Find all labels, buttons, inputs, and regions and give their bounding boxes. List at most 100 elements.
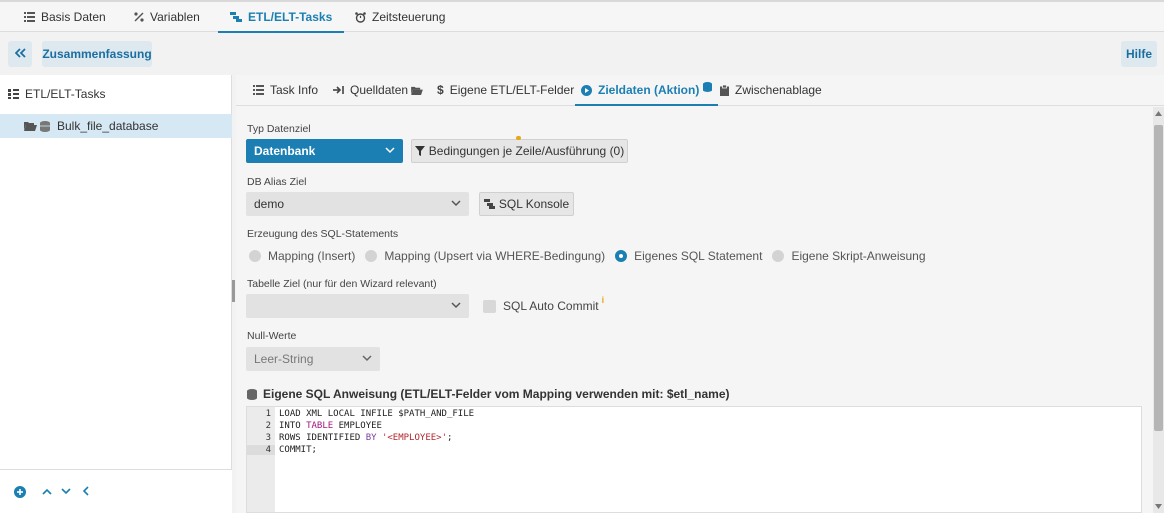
code-line: COMMIT; <box>279 445 317 455</box>
tab-label: Zwischenablage <box>735 83 822 97</box>
add-circle-icon[interactable] <box>14 486 26 498</box>
chevron-down-icon <box>451 299 461 313</box>
tab-label: Zeitsteuerung <box>372 10 446 24</box>
line-number-active: 4 <box>247 445 275 455</box>
tab-etl-elt-tasks[interactable]: ETL/ELT-Tasks <box>217 2 345 33</box>
tree-node-bulk-file-database[interactable]: Bulk_file_database <box>0 114 232 138</box>
chevron-up-icon[interactable] <box>42 488 52 495</box>
scrollbar-thumb[interactable] <box>1154 125 1163 431</box>
database-icon <box>247 388 257 400</box>
tree-toolbar <box>0 469 232 513</box>
target-data-panel: Task Info Quelldaten $ Eigene ETL/ELT-Fe… <box>236 75 1164 513</box>
clipboard-icon <box>720 84 729 96</box>
tab-zieldaten-aktion[interactable]: Zieldaten (Aktion) <box>574 75 719 106</box>
tab-label: Quelldaten <box>350 83 409 97</box>
tab-eigene-etl-elt-felder[interactable]: $ Eigene ETL/ELT-Felder <box>437 75 574 105</box>
double-chevron-left-icon <box>14 47 26 61</box>
radio-label: Mapping (Upsert via WHERE-Bedingung) <box>384 249 606 263</box>
database-icon <box>40 120 50 132</box>
warning-dot-icon <box>516 136 521 140</box>
tree-root[interactable]: ETL/ELT-Tasks <box>8 87 105 101</box>
chevron-left-icon[interactable] <box>82 486 89 496</box>
typ-datenziel-select[interactable]: Datenbank <box>246 139 403 163</box>
tab-label: Basis Daten <box>41 10 106 24</box>
select-value: Datenbank <box>254 144 316 158</box>
bedingungen-button[interactable]: Bedingungen je Zeile/Ausführung (0) <box>411 136 628 163</box>
null-werte-label: Null-Werte <box>247 330 297 342</box>
erzeugung-radio-group: Mapping (Insert) Mapping (Upsert via WHE… <box>249 249 936 263</box>
folder-open-icon <box>24 121 37 131</box>
sql-auto-commit[interactable]: SQL Auto Commit i <box>483 295 604 313</box>
button-label: Bedingungen je Zeile/Ausführung (0) <box>428 144 625 158</box>
help-button[interactable]: Hilfe <box>1121 41 1157 67</box>
arrow-in-icon <box>333 85 344 95</box>
tab-quelldaten[interactable]: Quelldaten <box>333 75 423 105</box>
panel-splitter[interactable] <box>232 280 235 302</box>
button-label: SQL Konsole <box>498 197 570 211</box>
list-icon <box>253 85 264 95</box>
sql-heading-text: Eigene SQL Anweisung (ETL/ELT-Felder vom… <box>263 387 730 401</box>
collapse-button[interactable] <box>8 41 32 67</box>
radio-eigene-skript-anweisung[interactable]: Eigene Skript-Anweisung <box>772 249 926 263</box>
line-number: 2 <box>265 421 271 431</box>
chevron-down-icon <box>451 197 461 211</box>
top-tab-bar: Basis Daten Variablen ETL/ELT-Tasks Zeit… <box>0 0 1164 33</box>
checkbox-label: SQL Auto Commit <box>503 299 599 313</box>
sub-tab-bar: Task Info Quelldaten $ Eigene ETL/ELT-Fe… <box>236 75 1164 106</box>
scroll-down-icon[interactable] <box>1155 504 1162 509</box>
console-icon <box>483 199 495 209</box>
vertical-scrollbar[interactable] <box>1153 107 1164 513</box>
sql-konsole-button[interactable]: SQL Konsole <box>479 192 574 216</box>
radio-label: Eigene Skript-Anweisung <box>791 249 926 263</box>
scroll-up-icon[interactable] <box>1155 111 1162 116</box>
chevron-down-icon[interactable] <box>61 488 71 495</box>
sql-auto-commit-checkbox[interactable] <box>483 299 496 313</box>
tree-root-label: ETL/ELT-Tasks <box>25 87 106 101</box>
play-circle-icon <box>581 84 592 96</box>
radio-mapping-upsert[interactable]: Mapping (Upsert via WHERE-Bedingung) <box>365 249 605 263</box>
tab-label: ETL/ELT-Tasks <box>248 10 333 24</box>
tabelle-ziel-label: Tabelle Ziel (nur für den Wizard relevan… <box>247 278 437 290</box>
chevron-down-icon <box>385 144 395 158</box>
sql-section-heading: Eigene SQL Anweisung (ETL/ELT-Felder vom… <box>247 387 730 401</box>
tab-zwischenablage[interactable]: Zwischenablage <box>720 75 822 105</box>
code-line: LOAD XML LOCAL INFILE $PATH_AND_FILE <box>279 409 475 419</box>
tab-label: Task Info <box>270 83 319 97</box>
list-icon <box>24 12 35 22</box>
code-line: INTO TABLE EMPLOYEE <box>279 421 382 431</box>
tree-icon <box>8 89 19 99</box>
tab-basis-daten[interactable]: Basis Daten <box>24 2 106 32</box>
line-number: 1 <box>265 409 271 419</box>
radio-label: Eigenes SQL Statement <box>634 249 763 263</box>
code-line: ROWS IDENTIFIED BY '<EMPLOYEE>'; <box>279 433 453 443</box>
editor-gutter: 1 2 3 4 <box>247 407 275 512</box>
database-icon <box>703 82 713 92</box>
filter-icon <box>414 146 425 156</box>
percent-icon <box>134 12 144 22</box>
tab-label: Eigene ETL/ELT-Felder <box>449 83 575 97</box>
radio-circle <box>249 250 261 262</box>
summary-button[interactable]: Zusammenfassung <box>42 41 152 67</box>
tabelle-ziel-select[interactable] <box>246 294 469 318</box>
radio-mapping-insert[interactable]: Mapping (Insert) <box>249 249 355 263</box>
info-icon: i <box>601 295 605 305</box>
select-value: Leer-String <box>254 352 314 366</box>
select-value: demo <box>254 197 285 211</box>
radio-circle-checked <box>615 250 628 262</box>
tab-zeitsteuerung[interactable]: Zeitsteuerung <box>355 2 445 32</box>
tab-variablen[interactable]: Variablen <box>134 2 200 32</box>
null-werte-select[interactable]: Leer-String <box>246 347 380 371</box>
task-tree-panel: ETL/ELT-Tasks Bulk_file_database <box>0 75 232 513</box>
tab-task-info[interactable]: Task Info <box>253 75 318 105</box>
db-alias-select[interactable]: demo <box>246 192 469 216</box>
chevron-down-icon <box>362 352 372 366</box>
tab-label: Zieldaten (Aktion) <box>598 83 700 97</box>
line-number: 3 <box>265 433 271 443</box>
erzeugung-label: Erzeugung des SQL-Statements <box>247 228 399 240</box>
radio-circle <box>772 250 785 262</box>
sql-editor[interactable]: 1 2 3 4 LOAD XML LOCAL INFILE $PATH_AND_… <box>246 406 1142 513</box>
db-alias-label: DB Alias Ziel <box>247 176 307 188</box>
radio-circle <box>365 250 378 262</box>
alarm-clock-icon <box>355 11 366 23</box>
radio-eigenes-sql-statement[interactable]: Eigenes SQL Statement <box>615 249 762 263</box>
